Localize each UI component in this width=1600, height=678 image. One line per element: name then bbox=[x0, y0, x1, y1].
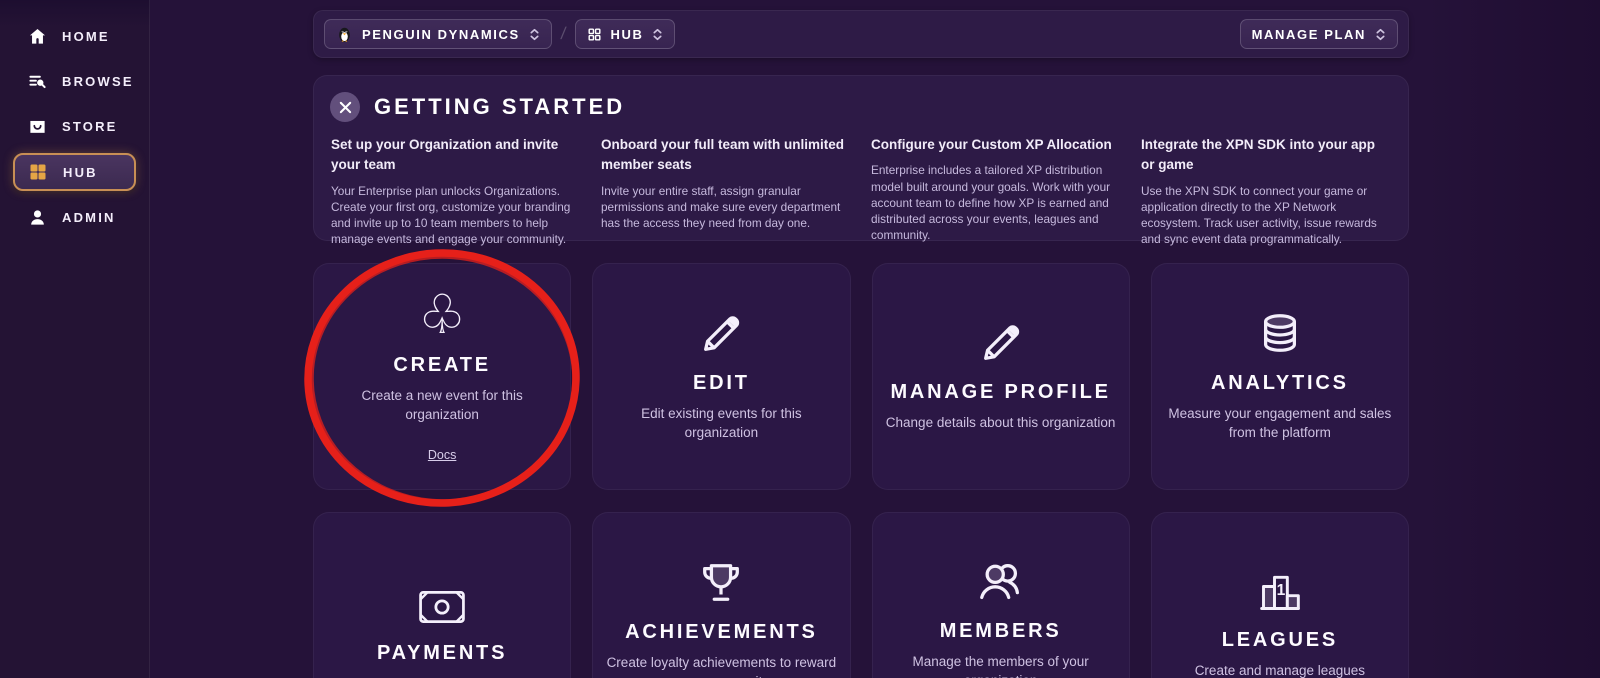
card-title: PAYMENTS bbox=[377, 641, 508, 664]
pencil-icon bbox=[978, 320, 1024, 366]
create-card[interactable]: ♧ CREATE Create a new event for this org… bbox=[313, 263, 572, 490]
banknote-icon bbox=[418, 587, 466, 627]
admin-icon bbox=[27, 208, 47, 228]
getting-started-column: Onboard your full team with unlimited me… bbox=[601, 135, 851, 248]
column-body: Enterprise includes a tailored XP distri… bbox=[871, 163, 1111, 243]
sidebar-item-label: STORE bbox=[62, 119, 118, 134]
card-subtitle: Edit existing events for this organizati… bbox=[641, 406, 802, 440]
sidebar-item-label: HOME bbox=[62, 29, 110, 44]
getting-started-column: Integrate the XPN SDK into your app or g… bbox=[1141, 135, 1391, 248]
sidebar: HOME BROWSE STORE HUB ADMIN bbox=[0, 0, 150, 678]
getting-started-title: GETTING STARTED bbox=[374, 94, 626, 119]
payments-card[interactable]: PAYMENTS bbox=[313, 512, 572, 678]
leagues-card[interactable]: 1 LEAGUES Create and manage leagues bbox=[1150, 512, 1409, 678]
org-selector[interactable]: PENGUIN DYNAMICS bbox=[324, 19, 552, 49]
getting-started-column: Set up your Organization and invite your… bbox=[331, 135, 581, 248]
store-icon bbox=[27, 117, 47, 137]
context-selector-label: HUB bbox=[610, 26, 644, 42]
topbar: PENGUIN DYNAMICS / HUB MANAGE PLAN bbox=[313, 10, 1409, 58]
chevron-updown-icon bbox=[1375, 28, 1386, 41]
penguin-logo bbox=[336, 26, 353, 43]
app-window: HOME BROWSE STORE HUB ADMIN PENGUIN DYNA… bbox=[0, 0, 1600, 678]
members-icon bbox=[976, 561, 1026, 605]
sidebar-item-home[interactable]: HOME bbox=[0, 14, 149, 59]
members-card[interactable]: MEMBERS Manage the members of your organ… bbox=[871, 512, 1130, 678]
card-subtitle: Change details about this organization bbox=[885, 415, 1116, 431]
column-heading: Set up your Organization and invite your… bbox=[331, 137, 559, 173]
card-subtitle: Measure your engagement and sales from t… bbox=[1168, 406, 1392, 440]
hub-card-grid-row2: PAYMENTS ACHIEVEMENTS Create loyalty ach… bbox=[313, 512, 1409, 678]
podium-icon: 1 bbox=[1256, 570, 1304, 614]
grid-icon bbox=[587, 27, 602, 42]
pencil-icon bbox=[698, 311, 744, 357]
card-title: MANAGE PROFILE bbox=[890, 381, 1111, 404]
hub-card-grid-row1: ♧ CREATE Create a new event for this org… bbox=[313, 263, 1409, 490]
hub-icon bbox=[28, 162, 48, 182]
browse-icon bbox=[27, 72, 47, 92]
sidebar-item-label: HUB bbox=[63, 164, 98, 180]
card-title: EDIT bbox=[692, 372, 750, 395]
column-heading: Integrate the XPN SDK into your app or g… bbox=[1141, 137, 1376, 173]
manage-plan-label: MANAGE PLAN bbox=[1251, 26, 1366, 42]
card-subtitle: Manage the members of your organization bbox=[912, 654, 1089, 678]
sidebar-item-label: BROWSE bbox=[62, 74, 134, 89]
docs-link[interactable]: Docs bbox=[428, 448, 456, 462]
manage-profile-card[interactable]: MANAGE PROFILE Change details about this… bbox=[871, 263, 1130, 490]
card-title: MEMBERS bbox=[939, 620, 1062, 643]
database-icon bbox=[1257, 311, 1303, 357]
column-body: Your Enterprise plan unlocks Organizatio… bbox=[331, 183, 571, 247]
card-subtitle: Create loyalty achievements to reward yo… bbox=[606, 655, 837, 678]
card-subtitle: Create a new event for this organization bbox=[361, 388, 523, 422]
card-title: LEAGUES bbox=[1221, 629, 1339, 652]
getting-started-panel: GETTING STARTED Set up your Organization… bbox=[313, 75, 1409, 246]
svg-text:1: 1 bbox=[1276, 582, 1285, 599]
close-icon[interactable] bbox=[330, 92, 360, 122]
context-selector-hub[interactable]: HUB bbox=[574, 19, 676, 49]
card-title: ACHIEVEMENTS bbox=[625, 621, 818, 644]
column-heading: Onboard your full team with unlimited me… bbox=[601, 137, 845, 173]
analytics-card[interactable]: ANALYTICS Measure your engagement and sa… bbox=[1150, 263, 1409, 490]
home-icon bbox=[27, 27, 47, 47]
chevron-updown-icon bbox=[529, 28, 540, 41]
sidebar-item-label: ADMIN bbox=[62, 210, 116, 225]
sidebar-item-store[interactable]: STORE bbox=[0, 104, 149, 149]
org-selector-label: PENGUIN DYNAMICS bbox=[362, 26, 520, 42]
card-subtitle: Create and manage leagues bbox=[1194, 663, 1366, 678]
column-heading: Configure your Custom XP Allocation bbox=[871, 137, 1112, 152]
sidebar-item-admin[interactable]: ADMIN bbox=[0, 195, 149, 240]
chevron-updown-icon bbox=[652, 28, 663, 41]
column-body: Use the XPN SDK to connect your game or … bbox=[1141, 183, 1377, 247]
edit-card[interactable]: EDIT Edit existing events for this organ… bbox=[592, 263, 851, 490]
main-area: PENGUIN DYNAMICS / HUB MANAGE PLAN GETTI… bbox=[150, 0, 1600, 678]
breadcrumb-separator: / bbox=[559, 24, 567, 43]
card-title: CREATE bbox=[393, 354, 491, 377]
club-icon: ♧ bbox=[417, 283, 467, 347]
trophy-icon bbox=[698, 560, 744, 606]
sidebar-item-hub[interactable]: HUB bbox=[13, 153, 136, 191]
sidebar-item-browse[interactable]: BROWSE bbox=[0, 59, 149, 104]
card-title: ANALYTICS bbox=[1210, 372, 1349, 395]
column-body: Invite your entire staff, assign granula… bbox=[601, 183, 841, 231]
achievements-card[interactable]: ACHIEVEMENTS Create loyalty achievements… bbox=[592, 512, 851, 678]
getting-started-column: Configure your Custom XP Allocation Ente… bbox=[871, 135, 1121, 248]
manage-plan-button[interactable]: MANAGE PLAN bbox=[1239, 19, 1398, 49]
